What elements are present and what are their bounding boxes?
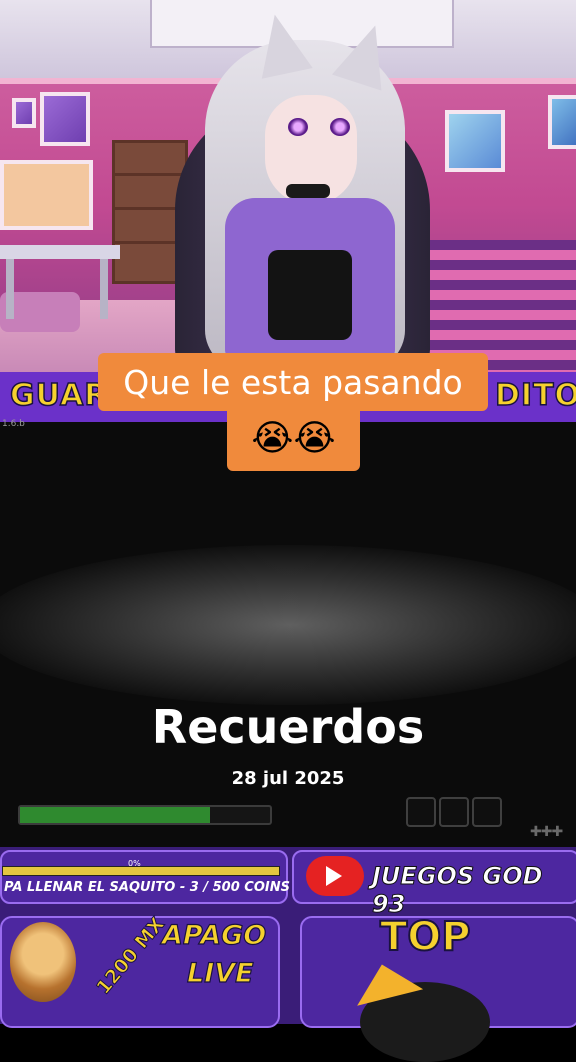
slot-box-2[interactable]: [439, 797, 469, 827]
avatar-top: [268, 250, 352, 340]
slot-box-3[interactable]: [472, 797, 502, 827]
avatar-eye-left: [288, 118, 308, 136]
goal-text: PA LLENAR EL SAQUITO - 3 / 500 COINS: [4, 880, 290, 895]
promo-line1: APAGO: [161, 919, 267, 951]
cork-board: [0, 160, 93, 230]
wall-frame-right: [445, 110, 505, 172]
wall-frame-small: [12, 98, 36, 128]
progress-fill: [20, 807, 210, 823]
shelf: [115, 173, 185, 176]
plus-icon: ✚✚✚: [530, 824, 563, 840]
stream-scene: [0, 0, 576, 372]
caption-bubble: Que le esta pasando: [98, 353, 488, 411]
goal-box: [0, 850, 288, 904]
memory-title: Recuerdos: [151, 700, 425, 754]
promo-line2: LIVE: [186, 957, 254, 989]
slot-box-1[interactable]: [406, 797, 436, 827]
wall-frame: [40, 92, 90, 146]
lion-avatar-icon: [10, 922, 76, 1002]
desk-leg: [6, 259, 14, 319]
leaderboard-label: TOP: [379, 913, 472, 961]
play-icon: [326, 866, 342, 886]
memory-date: 28 jul 2025: [231, 768, 345, 789]
version-label: 1.6.b: [2, 419, 25, 429]
wall-frame-edge: [548, 95, 576, 149]
caption-bubble-emoji: 😭😭: [227, 407, 360, 471]
desk: [0, 245, 120, 259]
goal-bar: [2, 866, 280, 876]
banner-text-right: DITO: [494, 377, 576, 414]
crying-emoji: 😭😭: [251, 418, 336, 459]
desk-leg: [100, 259, 108, 319]
fog-cloud: [0, 545, 576, 705]
avatar-collar: [286, 184, 330, 198]
progress-bar: [18, 805, 272, 825]
avatar-eye-right: [330, 118, 350, 136]
youtube-channel: JUEGOS GOD 93: [372, 862, 544, 919]
goal-percent: 0%: [128, 859, 141, 868]
caption-text: Que le esta pasando: [123, 362, 463, 402]
